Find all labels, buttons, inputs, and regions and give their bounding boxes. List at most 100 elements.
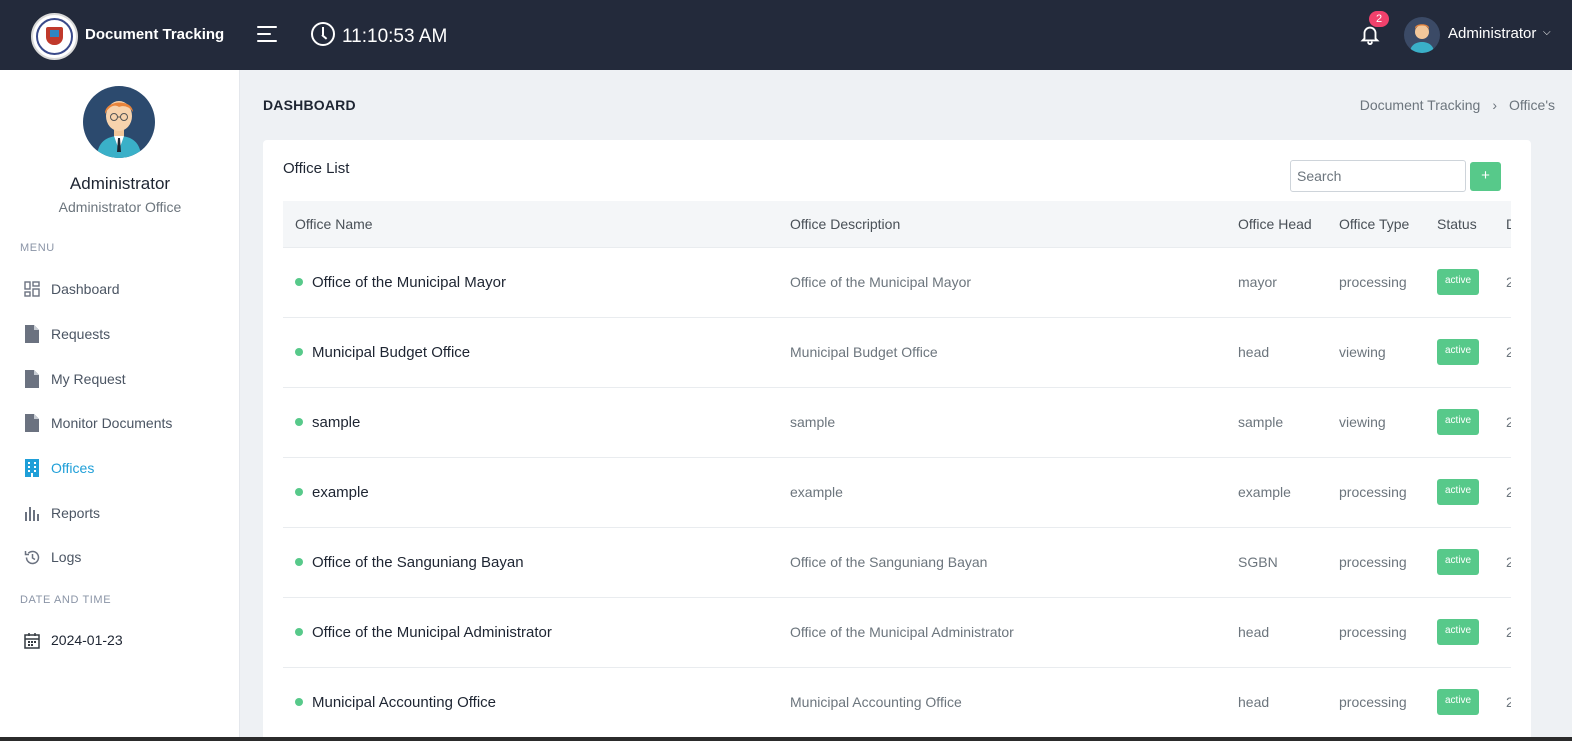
column-header-office-head[interactable]: Office Head [1226,201,1327,247]
search-input[interactable] [1290,160,1466,192]
building-icon [20,458,44,478]
column-header-status[interactable]: Status [1425,201,1494,247]
table-row[interactable]: Office of the Sanguniang Bayan Office of… [283,527,1511,597]
top-bar: Document Tracking 11:10:53 AM 2 Administ… [0,0,1572,70]
office-description: Office of the Municipal Administrator [790,624,1014,640]
office-head: head [1238,344,1270,360]
date-cell: 2 [1494,597,1511,667]
column-header-office-description[interactable]: Office Description [778,201,1226,247]
municipal-seal-logo[interactable] [31,13,78,60]
card-title: Office List [283,160,350,177]
window-bottom-edge [0,737,1572,741]
breadcrumb-current: Office's [1509,97,1555,113]
menu-icon[interactable] [257,26,277,44]
bar-chart-icon [20,503,44,523]
status-cell: active [1425,527,1494,597]
sidebar-item-offices[interactable]: Offices [20,454,220,482]
office-description: sample [790,414,836,430]
chevron-down-icon[interactable]: ⌵ [1543,27,1551,38]
office-name: Municipal Budget Office [312,343,471,361]
sidebar-item-label: Logs [51,549,82,565]
status-badge: active [1437,619,1480,645]
column-header-office-name[interactable]: Office Name [283,201,778,247]
office-type: processing [1339,274,1407,290]
sidebar: Administrator Administrator Office MENU … [0,70,240,741]
current-time: 11:10:53 AM [342,26,448,47]
sidebar-item-requests[interactable]: Requests [20,320,220,348]
sidebar-item-dashboard[interactable]: Dashboard [20,275,220,303]
office-description: Municipal Accounting Office [790,694,962,711]
office-description: example [790,484,843,500]
status-dot [295,697,303,706]
sidebar-item-label: My Request [51,371,126,387]
status-cell: active [1425,597,1494,667]
office-table: Office Name Office Description Office He… [283,201,1511,741]
clock-icon [311,22,335,46]
office-name: sample [312,413,361,431]
office-type: processing [1339,554,1407,570]
status-dot [295,487,303,496]
date-cell: 2 [1494,527,1511,597]
page-title: DASHBOARD [263,97,356,113]
profile-avatar [83,86,155,158]
office-name-cell: Municipal Budget Office [283,317,778,387]
status-cell: active [1425,317,1494,387]
date-section-label: DATE AND TIME [20,594,112,606]
status-badge: active [1437,689,1480,716]
table-row[interactable]: sample sample sample viewing active 2 [283,387,1511,457]
notification-badge: 2 [1369,11,1389,27]
sidebar-item-monitor-documents[interactable]: Monitor Documents [20,409,220,437]
status-cell: active [1425,247,1494,317]
table-row[interactable]: Office of the Municipal Mayor Office of … [283,247,1511,317]
date-cell: 2 [1494,247,1511,317]
sidebar-item-label: Monitor Documents [51,415,173,431]
office-name-cell: Municipal Accounting Office [283,667,778,737]
date-cell: 2 [1494,387,1511,457]
status-dot [295,347,303,356]
office-type: processing [1339,484,1407,500]
table-row[interactable]: example example example processing activ… [283,457,1511,527]
office-name: Municipal Accounting Office [312,693,496,711]
sidebar-item-my-request[interactable]: My Request [20,365,220,393]
table-row[interactable]: Municipal Accounting Office Municipal Ac… [283,667,1511,737]
calendar-icon [20,630,44,650]
file-icon [20,369,44,389]
office-description: Office of the Municipal Mayor [790,274,972,290]
breadcrumb-home[interactable]: Document Tracking [1360,97,1481,113]
history-icon [20,547,44,567]
date-cell: 2 [1494,317,1511,387]
status-dot [295,277,303,286]
office-name: Office of the Municipal Administrator [312,623,552,641]
status-cell: active [1425,387,1494,457]
column-header-office-type[interactable]: Office Type [1327,201,1425,247]
table-row[interactable]: Municipal Budget Office Municipal Budget… [283,317,1511,387]
add-office-button[interactable]: + [1470,162,1501,191]
avatar[interactable] [1404,17,1440,53]
status-badge: active [1437,479,1480,505]
office-head: head [1238,624,1270,640]
table-header-row: Office Name Office Description Office He… [283,201,1511,247]
sidebar-item-label: Requests [51,326,111,342]
date-value: 2024-01-23 [51,632,123,648]
status-dot [295,627,303,636]
office-name-cell: Office of the Municipal Mayor [283,247,778,317]
sidebar-item-reports[interactable]: Reports [20,499,220,527]
column-header-date[interactable]: Date [1494,201,1511,247]
file-icon [20,413,44,433]
sidebar-item-label: Dashboard [51,281,120,297]
office-name-cell: Office of the Sanguniang Bayan [283,527,778,597]
sidebar-item-logs[interactable]: Logs [20,543,220,571]
user-menu-name[interactable]: Administrator [1448,25,1536,42]
office-name-cell: sample [283,387,778,457]
status-badge: active [1437,409,1480,435]
office-description: Municipal Budget Office [790,344,938,360]
table-row[interactable]: Office of the Municipal Administrator Of… [283,597,1511,667]
profile-role: Administrator Office [58,199,182,215]
office-name-cell: Office of the Municipal Administrator [283,597,778,667]
office-name: Office of the Sanguniang Bayan [312,553,524,571]
office-head: sample [1238,414,1284,430]
app-title[interactable]: Document Tracking [85,26,224,43]
office-list-card: Office List + Office Name Office Descrip… [263,140,1531,741]
sidebar-item-label: Offices [51,460,95,476]
office-head: example [1238,484,1291,500]
